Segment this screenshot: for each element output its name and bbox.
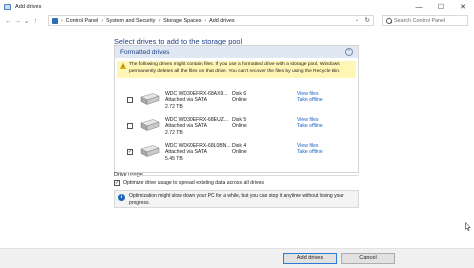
breadcrumb-separator: › [61,17,63,24]
window-title: Add drives [15,4,42,10]
breadcrumb-separator: › [158,17,161,24]
info-text: Optimization might slow down your PC for… [129,193,344,207]
drive-size: 5.45 TB [165,155,183,162]
hard-drive-icon [140,145,160,157]
warning-line-1: The following drives might contain files… [129,62,340,67]
drive-links: View files Take offline [297,117,323,130]
warning-banner: The following drives might contain files… [117,61,356,78]
drive-status: Disk 5 Online [232,117,247,130]
drive-checkbox[interactable] [127,97,133,103]
cancel-button[interactable]: Cancel [341,253,395,264]
search-icon [386,17,392,24]
address-bar[interactable]: › Control Panel › System and Security › … [48,15,374,26]
drive-info: WDC WD60EFRX-68L0BN... Attached via SATA… [165,143,231,162]
forward-button[interactable]: → [13,16,22,26]
warning-text: The following drives might contain files… [129,62,340,75]
drive-row[interactable]: WDC WD30EFRX-68EUZ... Attached via SATA … [115,117,358,141]
add-drives-button[interactable]: Add drives [283,253,337,264]
drive-size: 2.72 TB [165,103,183,110]
search-placeholder: Search Control Panel [394,17,446,24]
title-bar: Add drives — ☐ ✕ [0,0,474,14]
breadcrumb-storage-spaces[interactable]: Storage Spaces [163,18,201,24]
breadcrumb-system-and-security[interactable]: System and Security [106,18,155,24]
optimize-checkbox[interactable]: ✓ [114,180,120,186]
storage-app-icon [4,4,11,10]
divider [128,175,359,176]
formatted-drives-group: Formatted drives ⌃ The following drives … [114,45,359,173]
search-input[interactable]: Search Control Panel [382,15,468,26]
drive-links: View files Take offline [297,91,323,104]
info-line-2: progress. [129,200,150,206]
collapse-icon[interactable]: ⌃ [345,48,353,56]
optimize-option[interactable]: ✓ Optimize drive usage to spread existin… [114,180,264,186]
group-title: Formatted drives [120,48,170,56]
drive-size: 2.72 TB [165,129,183,136]
drive-checkbox[interactable] [127,123,133,129]
take-offline-link[interactable]: Take offline [297,149,323,155]
up-button[interactable]: ↑ [31,16,40,26]
close-button[interactable]: ✕ [452,0,474,14]
breadcrumb-add-drives[interactable]: Add drives [209,18,234,24]
back-button[interactable]: ← [4,16,13,26]
optimize-label[interactable]: Optimize drive usage to spread existing … [123,180,264,186]
footer-bar: Add drives Cancel [0,248,474,268]
drive-links: View files Take offline [297,143,323,156]
drive-row[interactable]: ✓ WDC WD60EFRX-68L0BN... Attached via SA… [115,143,358,167]
breadcrumb-separator: › [204,17,207,24]
hard-drive-icon [140,93,160,105]
info-icon: i [118,194,125,201]
take-offline-link[interactable]: Take offline [297,97,323,103]
mouse-cursor-icon [465,222,471,231]
info-line-1: Optimization might slow down your PC for… [129,193,344,199]
address-dropdown-icon[interactable]: ⌄ [355,17,359,23]
refresh-icon[interactable]: ↻ [365,16,370,24]
warning-icon [120,63,126,69]
hard-drive-icon [140,119,160,131]
drive-row[interactable]: WDC WD30EFRX-68AX9... Attached via SATA … [115,91,358,115]
warning-line-2: permanently deletes all the files on tha… [129,68,341,74]
drive-online-status: Online [232,123,247,130]
group-header[interactable]: Formatted drives ⌃ [115,46,358,58]
maximize-button[interactable]: ☐ [430,0,452,14]
drive-status: Disk 6 Online [232,91,247,104]
drive-status: Disk 4 Online [232,143,247,156]
breadcrumb-control-panel[interactable]: Control Panel [66,18,99,24]
info-banner: i Optimization might slow down your PC f… [114,190,359,208]
drive-info: WDC WD30EFRX-68AX9... Attached via SATA … [165,91,228,110]
window-controls: — ☐ ✕ [408,0,474,14]
drive-info: WDC WD30EFRX-68EUZ... Attached via SATA … [165,117,228,136]
drive-online-status: Online [232,149,247,156]
drive-checkbox[interactable]: ✓ [127,149,133,155]
take-offline-link[interactable]: Take offline [297,123,323,129]
recent-locations-button[interactable]: ⌄ [22,16,31,26]
drive-online-status: Online [232,97,247,104]
minimize-button[interactable]: — [408,0,430,14]
control-panel-icon [52,17,58,24]
breadcrumb-separator: › [101,17,104,24]
address-row: ← → ⌄ ↑ › Control Panel › System and Sec… [0,14,474,28]
